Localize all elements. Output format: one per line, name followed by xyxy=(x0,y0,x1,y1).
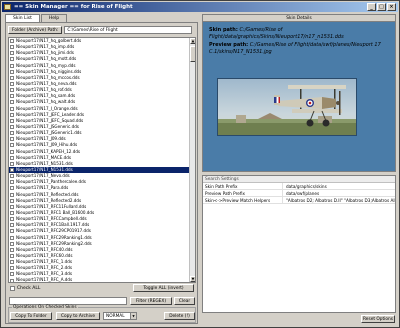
skin-checkbox[interactable] xyxy=(10,266,14,271)
skin-checkbox[interactable] xyxy=(10,241,14,246)
setting-key: Skin<->Preview Match Helpers xyxy=(203,197,283,203)
setting-row[interactable]: Preview Path Prefix data/swf/planes xyxy=(203,190,395,197)
skin-checkbox[interactable] xyxy=(10,125,14,130)
skin-checkbox[interactable] xyxy=(10,278,14,282)
setting-key: Skin Path Prefix xyxy=(203,183,283,189)
skin-manager-window: == Skin Manager == for Rise of Flight _ … xyxy=(0,0,400,328)
setting-value[interactable]: "Albatros D2; Albatros D.II" "Albatros D… xyxy=(283,197,395,203)
skin-checkbox[interactable] xyxy=(10,260,14,265)
setting-key: Preview Path Prefix xyxy=(203,190,283,196)
scroll-thumb[interactable] xyxy=(190,46,195,62)
app-icon xyxy=(4,4,11,10)
skin-checkbox[interactable] xyxy=(10,272,14,277)
setting-row[interactable]: Skin Path Prefix data/graphics/skins xyxy=(203,183,395,190)
minimize-button[interactable]: _ xyxy=(367,3,376,11)
skin-checkbox[interactable] xyxy=(10,88,14,93)
scroll-up-icon[interactable]: ▲ xyxy=(190,38,195,44)
details-panel: Skin Details Skin path: C:/Games/Rise of… xyxy=(202,13,396,325)
skin-checkbox[interactable] xyxy=(10,112,14,117)
skin-checkbox[interactable] xyxy=(10,75,14,80)
setting-row[interactable]: Skin<->Preview Match Helpers "Albatros D… xyxy=(203,197,395,204)
copy-to-archive-button[interactable]: Copy to Archive xyxy=(56,312,100,320)
skin-checkbox[interactable] xyxy=(10,253,14,258)
skin-checkbox[interactable] xyxy=(10,192,14,197)
skin-checkbox[interactable] xyxy=(10,247,14,252)
skin-checkbox[interactable] xyxy=(10,100,14,105)
skin-name: Nieuport17/N17_RFC_A.dds xyxy=(16,277,73,283)
clear-button[interactable]: Clear xyxy=(174,297,195,305)
preview-path-line: Preview path: C:/Games/Rise of Flight/da… xyxy=(209,42,389,55)
skin-list[interactable]: Nieuport17/N17_hq_golbert.dds Nieuport17/… xyxy=(8,37,196,283)
window-title: == Skin Manager == for Rise of Flight xyxy=(14,4,133,10)
skin-checkbox[interactable] xyxy=(10,174,14,179)
skin-checkbox[interactable] xyxy=(10,217,14,222)
filter-input[interactable] xyxy=(9,297,127,305)
title-bar[interactable]: == Skin Manager == for Rise of Flight _ … xyxy=(2,2,398,12)
toggle-all-button[interactable]: Toggle ALL (invert) xyxy=(133,284,194,292)
skin-checkbox[interactable] xyxy=(10,186,14,191)
settings-header: Search Settings xyxy=(203,176,395,183)
list-item[interactable]: Nieuport17/N17_RFC_A.dds xyxy=(9,277,195,283)
skin-checkbox[interactable] xyxy=(10,118,14,123)
skin-path-label: Skin path: xyxy=(209,27,238,33)
skin-checkbox[interactable] xyxy=(10,155,14,160)
operations-label: Operations On Checked Skins xyxy=(12,305,78,310)
skin-checkbox[interactable] xyxy=(10,161,14,166)
skin-checkbox[interactable] xyxy=(10,69,14,74)
skin-checkbox[interactable] xyxy=(10,63,14,68)
setting-value[interactable]: data/swf/planes xyxy=(283,190,395,196)
skin-path-line: Skin path: C:/Games/Rise of Flight/data/… xyxy=(209,27,389,40)
chevron-down-icon[interactable]: ▼ xyxy=(130,313,136,319)
skin-checkbox[interactable] xyxy=(10,149,14,154)
biplane-preview-icon xyxy=(218,79,356,135)
scroll-down-icon[interactable]: ▼ xyxy=(190,276,195,282)
copy-to-folder-button[interactable]: Copy To Folder xyxy=(10,312,52,320)
skin-checkbox[interactable] xyxy=(10,131,14,136)
check-all-checkbox[interactable] xyxy=(10,286,15,291)
skin-checkbox[interactable] xyxy=(10,211,14,215)
skin-checkbox[interactable] xyxy=(10,39,14,44)
skin-checkbox[interactable] xyxy=(10,137,14,142)
skin-checkbox[interactable] xyxy=(10,223,14,228)
skin-checkbox[interactable] xyxy=(10,168,14,173)
main-tabs: Skin List Help xyxy=(5,14,68,23)
search-settings: Search Settings Skin Path Prefix data/gr… xyxy=(202,175,396,313)
skin-checkbox[interactable] xyxy=(10,143,14,148)
skin-checkbox[interactable] xyxy=(10,57,14,62)
skin-details: Skin path: C:/Games/Rise of Flight/data/… xyxy=(202,21,396,172)
skin-list-panel: Folder (Archive) Path: C:\Games\Rise of … xyxy=(5,22,198,324)
tab-help[interactable]: Help xyxy=(40,14,68,22)
maximize-button[interactable]: □ xyxy=(377,3,386,11)
skin-checkbox[interactable] xyxy=(10,180,14,185)
preview-path-label: Preview path: xyxy=(209,42,249,48)
skin-checkbox[interactable] xyxy=(10,235,14,240)
filter-button[interactable]: Filter (REGEX) xyxy=(130,297,172,305)
skin-checkbox[interactable] xyxy=(10,94,14,99)
skin-checkbox[interactable] xyxy=(10,204,14,209)
close-button[interactable]: × xyxy=(387,3,396,11)
copy-mode-select[interactable]: NORMAL ▼ xyxy=(103,312,137,320)
skin-checkbox[interactable] xyxy=(10,106,14,111)
setting-value[interactable]: data/graphics/skins xyxy=(283,183,395,189)
skin-preview-image xyxy=(217,78,357,136)
reset-options-button[interactable]: Reset Options xyxy=(361,315,395,323)
skin-checkbox[interactable] xyxy=(10,51,14,56)
skin-checkbox[interactable] xyxy=(10,198,14,203)
skin-checkbox[interactable] xyxy=(10,229,14,234)
folder-path-button[interactable]: Folder (Archive) Path: xyxy=(8,26,63,34)
delete-button[interactable]: Delete (!) xyxy=(164,312,195,320)
copy-mode-value: NORMAL xyxy=(106,314,125,319)
check-all-row[interactable]: Check ALL xyxy=(10,286,40,291)
folder-path-input[interactable]: C:\Games\Rise of Flight xyxy=(64,26,193,34)
list-scrollbar[interactable]: ▲ ▼ xyxy=(189,38,195,282)
skin-checkbox[interactable] xyxy=(10,45,14,50)
skin-checkbox[interactable] xyxy=(10,82,14,87)
tab-skin-details[interactable]: Skin Details xyxy=(202,14,396,21)
check-all-label: Check ALL xyxy=(17,286,41,291)
